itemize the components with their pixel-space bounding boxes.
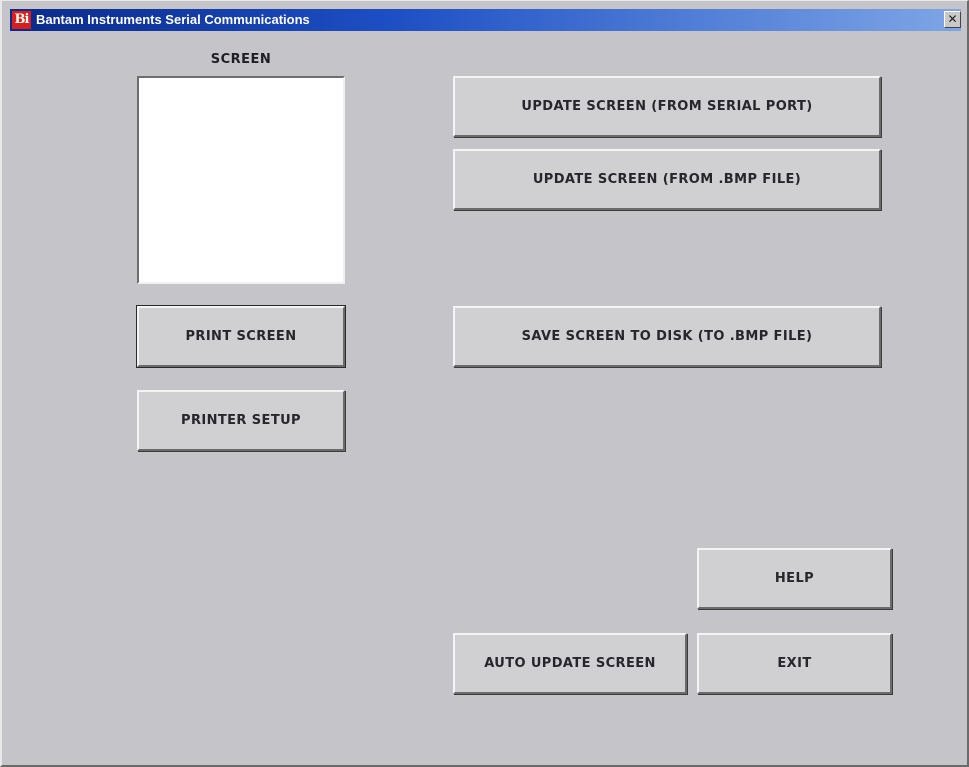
close-icon: ✕	[947, 12, 958, 26]
update-screen-serial-button[interactable]: UPDATE SCREEN (FROM SERIAL PORT)	[453, 76, 881, 137]
printer-setup-button[interactable]: PRINTER SETUP	[137, 390, 345, 451]
auto-update-screen-button[interactable]: AUTO UPDATE SCREEN	[453, 633, 687, 694]
title-bar[interactable]: Bi Bantam Instruments Serial Communicati…	[10, 9, 961, 31]
print-screen-button[interactable]: PRINT SCREEN	[136, 305, 346, 368]
exit-button[interactable]: EXIT	[697, 633, 892, 694]
app-window: Bi Bantam Instruments Serial Communicati…	[0, 0, 969, 767]
screen-preview	[137, 76, 345, 284]
save-screen-button[interactable]: SAVE SCREEN TO DISK (TO .BMP FILE)	[453, 306, 881, 367]
close-button[interactable]: ✕	[944, 11, 961, 28]
app-logo-icon: Bi	[12, 11, 31, 29]
screen-label: SCREEN	[210, 52, 272, 67]
window-title: Bantam Instruments Serial Communications	[36, 12, 310, 27]
update-screen-bmp-button[interactable]: UPDATE SCREEN (FROM .BMP FILE)	[453, 149, 881, 210]
help-button[interactable]: HELP	[697, 548, 892, 609]
